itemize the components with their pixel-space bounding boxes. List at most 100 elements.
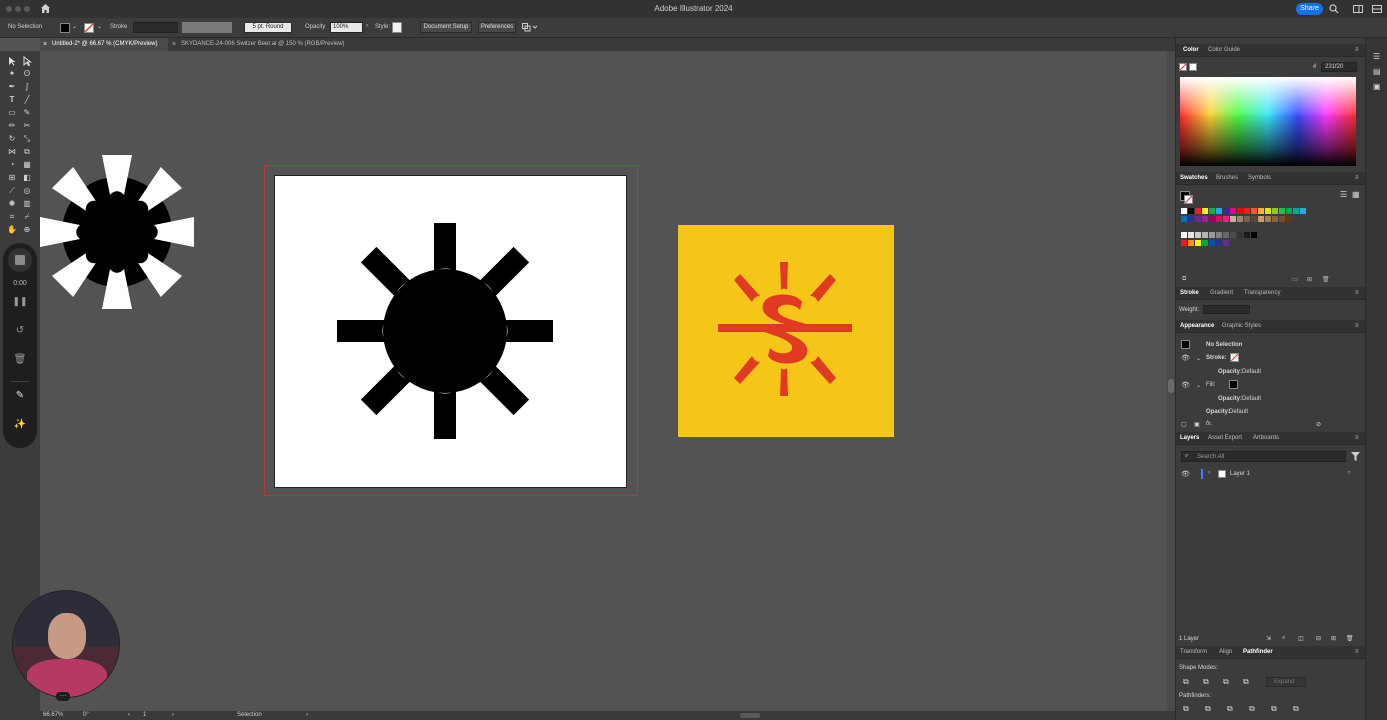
tab-brushes[interactable]: Brushes [1216,172,1238,185]
color-swatch[interactable] [1251,208,1257,214]
draw-icon[interactable]: ✎ [3,390,37,401]
pause-icon[interactable]: ❚❚ [3,296,37,307]
color-swatch[interactable] [1188,208,1194,214]
workspace-icon[interactable] [1353,5,1363,13]
eyedropper-tool-icon[interactable]: ⟋ [7,186,17,196]
trim-icon[interactable]: ⧉ [1205,704,1211,714]
color-swatch[interactable] [1230,232,1236,238]
new-sublayer-icon[interactable]: ⊟ [1316,635,1321,642]
webcam-bubble[interactable] [12,590,120,698]
artboard-1[interactable] [274,175,627,488]
color-swatch[interactable] [1279,208,1285,214]
tab-pathfinder[interactable]: Pathfinder [1243,646,1273,659]
panel-menu-icon[interactable]: ≡ [1355,287,1359,300]
delete-swatch-icon[interactable]: 🗑 [1322,276,1330,283]
share-button[interactable]: Share [1296,3,1323,15]
hand-tool-icon[interactable]: ✋ [7,225,17,235]
fill-attribute-swatch[interactable] [1229,380,1238,389]
list-view-icon[interactable]: ☰ [1340,190,1347,199]
color-spectrum[interactable] [1180,77,1356,166]
artboard-tool-icon[interactable]: ⌗ [7,212,17,222]
trash-icon[interactable]: 🗑 [3,354,37,365]
properties-icon[interactable]: ☰ [1373,52,1380,61]
clipping-mask-icon[interactable]: ◫ [1298,635,1304,642]
new-swatch-icon[interactable]: ⊞ [1307,276,1312,283]
color-swatch[interactable] [1237,232,1243,238]
expand-chevron-icon[interactable]: ⌄ [1196,382,1201,389]
expand-chevron-icon[interactable]: ⌄ [1196,355,1201,362]
rectangle-tool-icon[interactable]: ▭ [7,108,17,118]
next-artboard-icon[interactable]: › [172,712,174,718]
crop-icon[interactable]: ⧉ [1249,704,1255,714]
stroke-attribute-swatch[interactable] [1230,353,1239,362]
color-swatch[interactable] [1181,232,1187,238]
color-swatch[interactable] [1216,216,1222,222]
filter-icon[interactable] [1351,452,1360,461]
color-swatch[interactable] [1181,240,1187,246]
panel-menu-icon[interactable]: ≡ [1355,44,1359,57]
grid-view-icon[interactable]: ▦ [1352,190,1360,199]
add-effect-button[interactable]: fx. [1206,421,1212,427]
mesh-tool-icon[interactable]: ⊞ [7,173,17,183]
fill-opacity-label[interactable]: Opacity: [1218,396,1242,402]
zoom-level[interactable]: 66.67% [43,712,63,718]
stroke-weight-input[interactable] [1203,305,1250,314]
tab-color-guide[interactable]: Color Guide [1208,44,1240,57]
panel-menu-icon[interactable]: ≡ [1355,432,1359,445]
color-swatch[interactable] [1272,208,1278,214]
color-swatch[interactable] [1258,216,1264,222]
color-swatch[interactable] [1300,208,1306,214]
comments-icon[interactable]: ▣ [1373,82,1381,91]
line-tool-icon[interactable]: ╱ [22,95,32,105]
gradient-tool-icon[interactable]: ◧ [22,173,32,183]
add-stroke-icon[interactable]: ▢ [1181,421,1187,428]
panel-menu-icon[interactable]: ≡ [1355,172,1359,185]
color-swatch[interactable] [1188,232,1194,238]
minus-front-icon[interactable]: ⧉ [1203,677,1209,687]
color-swatch[interactable] [1244,216,1250,222]
hex-field[interactable]: 231f20 [1321,62,1357,72]
selection-tool-icon[interactable] [7,56,17,66]
color-swatch[interactable] [1202,216,1208,222]
stroke-none-swatch[interactable] [84,23,94,33]
color-swatch[interactable] [1209,216,1215,222]
color-swatch[interactable] [1188,240,1194,246]
color-swatch[interactable] [1202,208,1208,214]
color-swatch[interactable] [1223,232,1229,238]
visibility-eye-icon[interactable]: 👁 [1181,381,1190,389]
search-icon[interactable] [1329,4,1339,14]
color-swatch[interactable] [1244,232,1250,238]
color-swatch[interactable] [1195,240,1201,246]
outline-icon[interactable]: ⧉ [1271,704,1277,714]
type-tool-icon[interactable]: T [7,95,17,105]
tab-switzer-beer[interactable]: × SKYDANCE-24-006 Switzer Beer.ai @ 150 … [169,38,369,51]
color-swatch[interactable] [1237,216,1243,222]
tab-symbols[interactable]: Symbols [1248,172,1271,185]
paintbrush-tool-icon[interactable]: ✎ [22,108,32,118]
divide-icon[interactable]: ⧉ [1183,704,1189,714]
tab-appearance[interactable]: Appearance [1180,320,1214,333]
target-circle-icon[interactable]: ○ [1347,470,1351,476]
magic-wand-tool-icon[interactable]: ✦ [7,69,17,79]
stop-recording-button[interactable] [8,248,32,272]
new-layer-icon[interactable]: ⊞ [1331,635,1336,642]
color-swatch[interactable] [1209,232,1215,238]
opacity-label[interactable]: Opacity [305,24,325,30]
color-swatch[interactable] [1293,208,1299,214]
stroke-attribute-label[interactable]: Stroke: [1206,355,1227,361]
color-swatch[interactable] [1216,232,1222,238]
collect-export-icon[interactable]: ⇲ [1266,635,1271,642]
intersect-icon[interactable]: ⧉ [1223,677,1229,687]
vertical-scrollbar[interactable] [1167,51,1175,711]
color-swatch[interactable] [1202,232,1208,238]
exclude-icon[interactable]: ⧉ [1243,677,1249,687]
overall-opacity-label[interactable]: Opacity: [1206,409,1230,415]
layers-search-field[interactable]: ⌕ Search All [1181,451,1346,462]
blend-tool-icon[interactable]: ◎ [22,186,32,196]
horizontal-scroll-thumb[interactable] [740,713,760,718]
symbol-sprayer-tool-icon[interactable]: ✺ [7,199,17,209]
new-color-group-icon[interactable]: ▭ [1292,276,1298,283]
tab-untitled-2[interactable]: × Untitled-2* @ 66.67 % (CMYK/Preview) [40,38,168,51]
previous-artboard-icon[interactable]: ‹ [128,712,130,718]
color-swatch[interactable] [1279,216,1285,222]
